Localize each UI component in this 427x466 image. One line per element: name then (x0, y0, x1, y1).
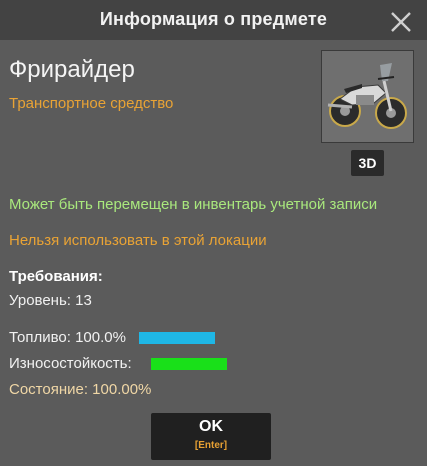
item-type: Транспортное средство (9, 95, 174, 112)
item-name: Фрирайдер (9, 56, 135, 83)
fuel-bar (139, 332, 215, 344)
required-level: Уровень: 13 (9, 292, 92, 309)
close-icon[interactable] (389, 10, 413, 34)
item-info-dialog: Информация о предмете Фрирайдер Транспор… (0, 0, 427, 466)
restricted-message: Нельзя использовать в этой локации (9, 232, 267, 249)
requirements-title: Требования: (9, 268, 103, 285)
dialog-header: Информация о предмете (0, 0, 427, 40)
ok-button-hint: [Enter] (194, 440, 228, 451)
fuel-label: Топливо: 100.0% (9, 329, 126, 346)
motorcycle-icon (322, 51, 413, 142)
condition-label: Состояние: 100.00% (9, 381, 152, 398)
ok-button[interactable]: OK [Enter] (151, 413, 271, 460)
durability-bar (151, 358, 227, 370)
view-3d-button[interactable]: 3D (351, 150, 384, 176)
durability-bar-fill (151, 358, 227, 370)
item-image[interactable] (321, 50, 414, 143)
transferable-message: Может быть перемещен в инвентарь учетной… (9, 196, 378, 213)
fuel-bar-fill (139, 332, 215, 344)
ok-button-label: OK (199, 418, 223, 435)
durability-label: Износостойкость: (9, 355, 132, 372)
dialog-title: Информация о предмете (99, 9, 328, 29)
